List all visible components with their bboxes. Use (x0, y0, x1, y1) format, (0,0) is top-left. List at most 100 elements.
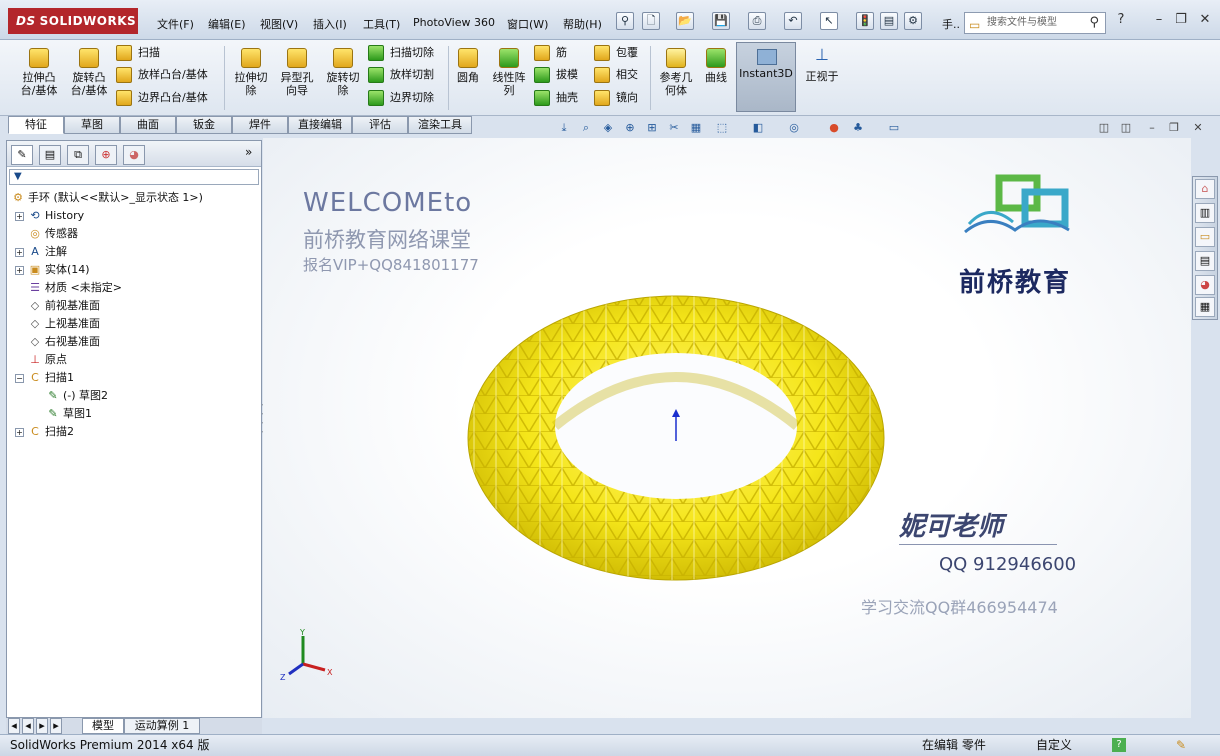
expand-toggle-icon[interactable]: + (15, 211, 24, 221)
search-box[interactable]: ▭ 搜索文件与模型 ⚲ (964, 12, 1106, 34)
mirror-button[interactable]: 镜向 (594, 89, 638, 107)
view-palette-icon[interactable]: ▤ (1195, 251, 1215, 271)
revolved-cut-button[interactable]: 旋转切 除 (322, 48, 364, 97)
tab-model[interactable]: 模型 (82, 718, 124, 734)
expand-toggle-icon[interactable]: + (15, 247, 24, 257)
tree-item[interactable]: ◇ 上视基准面 (15, 315, 100, 333)
tree-root[interactable]: ⚙ 手环 (默认<<默认>_显示状态 1>) (11, 189, 203, 207)
previous-view-icon[interactable]: ◈ (600, 120, 616, 136)
display-manager-tab-icon[interactable]: ◕ (123, 145, 145, 165)
quick-toolbar-overflow[interactable]: 手.. (942, 16, 960, 32)
last-tab-icon[interactable]: ▸ (50, 718, 62, 734)
options-icon[interactable]: ⚙ (904, 12, 922, 30)
property-manager-tab-icon[interactable]: ▤ (39, 145, 61, 165)
restore-icon[interactable]: ❐ (1170, 10, 1192, 30)
tile-right-icon[interactable]: ◫ (1118, 120, 1134, 136)
rebuild-icon[interactable]: 🚦 (856, 12, 874, 30)
expand-toggle-icon[interactable]: − (15, 373, 24, 383)
tree-item[interactable]: ◇ 前视基准面 (15, 297, 100, 315)
tree-item[interactable]: ✎ (-) 草图2 (33, 387, 108, 405)
hole-wizard-button[interactable]: 异型孔 向导 (276, 48, 318, 97)
print-icon[interactable]: ⎙ (748, 12, 766, 30)
tree-item[interactable]: + ⟲ History (15, 207, 84, 225)
tree-item[interactable]: ⊥ 原点 (15, 351, 67, 369)
graphics-area[interactable]: WELCOMEto 前桥教育网络课堂 报名VIP+QQ841801177 前桥教… (263, 138, 1191, 718)
design-library-icon[interactable]: ▥ (1195, 203, 1215, 223)
custom-properties-icon[interactable]: ▦ (1195, 297, 1215, 317)
shell-button[interactable]: 抽壳 (534, 89, 578, 107)
tab-render-tools[interactable]: 渲染工具 (408, 116, 472, 134)
lofted-cut-button[interactable]: 放样切割 (368, 66, 434, 84)
swept-cut-button[interactable]: 扫描切除 (368, 44, 434, 62)
search-icon[interactable]: ⚲ (1089, 13, 1099, 33)
tab-weldments[interactable]: 焊件 (232, 116, 288, 134)
help-status-icon[interactable]: ? (1112, 738, 1126, 752)
hide-show-icon[interactable]: ◎ (786, 120, 802, 136)
viewport-close-icon[interactable]: ✕ (1190, 120, 1206, 136)
tab-surfaces[interactable]: 曲面 (120, 116, 176, 134)
tab-sketch[interactable]: 草图 (64, 116, 120, 134)
appearance-icon[interactable]: ● (826, 120, 842, 136)
tab-motion-study[interactable]: 运动算例 1 (124, 718, 200, 734)
next-tab-icon[interactable]: ▸ (36, 718, 48, 734)
view-orientation-icon[interactable]: ⬚ (714, 120, 730, 136)
open-icon[interactable]: 📂 (676, 12, 694, 30)
new-document-icon[interactable]: 🗋 (642, 12, 660, 30)
wrap-button[interactable]: 包覆 (594, 44, 638, 62)
torus-model[interactable] (463, 288, 893, 588)
extruded-boss-button[interactable]: 拉伸凸 台/基体 (16, 48, 62, 97)
zoom-to-area-icon[interactable]: ⌕ (578, 120, 594, 136)
file-explorer-icon[interactable]: ▭ (1195, 227, 1215, 247)
menu-file[interactable]: 文件(F) (157, 16, 194, 32)
select-icon[interactable]: ↖ (820, 12, 838, 30)
menu-edit[interactable]: 编辑(E) (208, 16, 246, 32)
tree-item[interactable]: − C 扫描1 (15, 369, 74, 387)
draft-button[interactable]: 拔模 (534, 66, 578, 84)
scene-icon[interactable]: ♣ (850, 120, 866, 136)
tree-item[interactable]: ✎ 草图1 (33, 405, 92, 423)
units-status[interactable]: 自定义 (1036, 735, 1072, 755)
menu-photoview[interactable]: PhotoView 360 (413, 16, 495, 29)
menu-view[interactable]: 视图(V) (260, 16, 298, 32)
menu-window[interactable]: 窗口(W) (507, 16, 548, 32)
view-settings-icon[interactable]: ▭ (886, 120, 902, 136)
pin-icon[interactable]: ⚲ (616, 12, 634, 30)
first-tab-icon[interactable]: ◂ (8, 718, 20, 734)
expand-panel-icon[interactable]: » (245, 145, 252, 159)
loft-boss-button[interactable]: 放样凸台/基体 (116, 66, 208, 84)
instant3d-button[interactable]: Instant3D (736, 42, 796, 112)
tab-features[interactable]: 特征 (8, 116, 64, 134)
sweep-button[interactable]: 扫描 (116, 44, 160, 62)
dimxpert-tab-icon[interactable]: ⊕ (95, 145, 117, 165)
linear-pattern-button[interactable]: 线性阵 列 (488, 48, 530, 97)
curves-button[interactable]: 曲线 (700, 48, 732, 84)
boundary-cut-button[interactable]: 边界切除 (368, 89, 434, 107)
menu-insert[interactable]: 插入(I) (313, 16, 347, 32)
rebuild-status-icon[interactable]: ✎ (1176, 735, 1186, 755)
fillet-button[interactable]: 圆角 (452, 48, 484, 84)
zoom-to-fit-icon[interactable]: ⤓ (556, 120, 572, 136)
extruded-cut-button[interactable]: 拉伸切 除 (230, 48, 272, 97)
tree-item[interactable]: ◇ 右视基准面 (15, 333, 100, 351)
tree-item[interactable]: + C 扫描2 (15, 423, 74, 441)
save-icon[interactable]: 💾 (712, 12, 730, 30)
intersect-button[interactable]: 相交 (594, 66, 638, 84)
close-icon[interactable]: ✕ (1194, 10, 1216, 30)
tree-item[interactable]: ☰ 材质 <未指定> (15, 279, 122, 297)
reference-geometry-button[interactable]: 参考几 何体 (654, 48, 698, 97)
feature-tree-filter[interactable]: ▼ (9, 169, 259, 185)
rib-button[interactable]: 筋 (534, 44, 567, 62)
revolved-boss-button[interactable]: 旋转凸 台/基体 (66, 48, 112, 97)
viewport-restore-icon[interactable]: ❐ (1166, 120, 1182, 136)
minimize-icon[interactable]: – (1148, 10, 1170, 30)
tree-item[interactable]: ◎ 传感器 (15, 225, 78, 243)
feature-manager-tab-icon[interactable]: ✎ (11, 145, 33, 165)
zoom-area-icon[interactable]: ⊞ (644, 120, 660, 136)
tile-left-icon[interactable]: ◫ (1096, 120, 1112, 136)
tree-item[interactable]: + A 注解 (15, 243, 67, 261)
section-view-icon[interactable]: ✂ (666, 120, 682, 136)
menu-help[interactable]: 帮助(H) (563, 16, 602, 32)
boundary-boss-button[interactable]: 边界凸台/基体 (116, 89, 208, 107)
file-properties-icon[interactable]: ▤ (880, 12, 898, 30)
tab-direct-editing[interactable]: 直接编辑 (288, 116, 352, 134)
